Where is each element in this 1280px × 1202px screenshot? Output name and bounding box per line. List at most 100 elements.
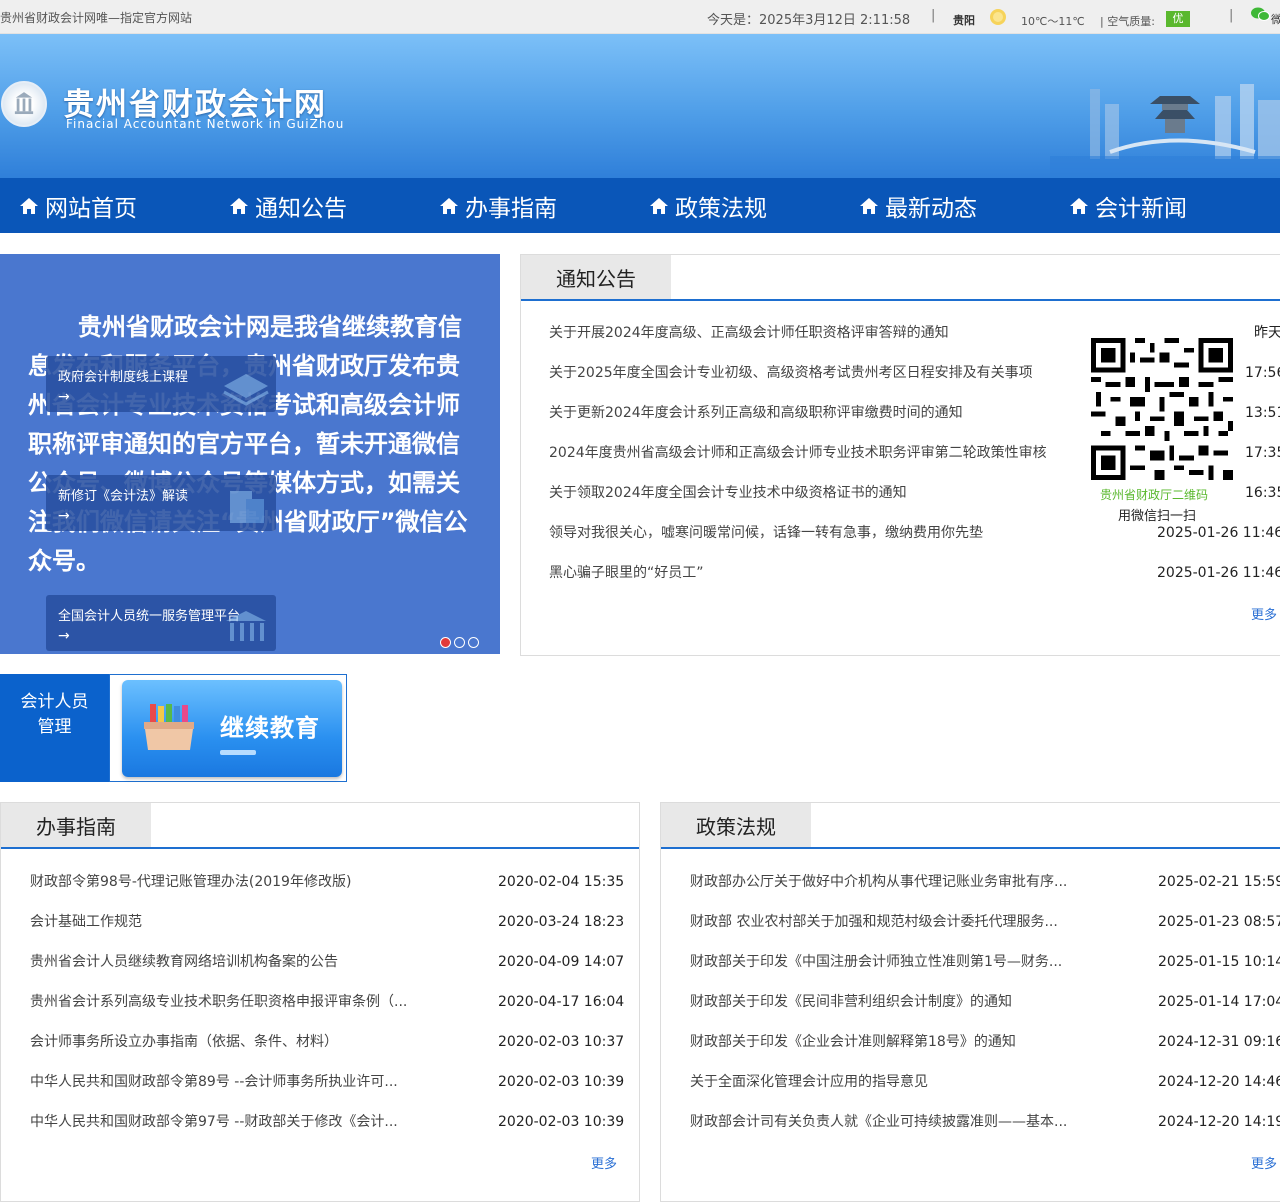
tab-policy[interactable]: 政策法规	[661, 803, 811, 847]
policy-title[interactable]: 财政部办公厅关于做好中介机构从事代理记账业务审批有序...	[690, 862, 1100, 902]
top-bar: 贵州省财政会计网唯—指定官方网站 今天是：2025年3月12日 2:11:58 …	[0, 0, 1280, 34]
policy-date: 2025-02-21 15:59	[1158, 874, 1280, 890]
guide-row[interactable]: 贵州省会计系列高级专业技术职务任职资格申报评审条例（... 2020-04-17…	[1, 982, 639, 1022]
policy-title[interactable]: 财政部 农业农村部关于加强和规范村级会计委托代理服务...	[690, 902, 1100, 942]
guide-title[interactable]: 财政部令第98号-代理记账管理办法(2019年修改版)	[30, 862, 470, 902]
guide-row[interactable]: 中华人民共和国财政部令第97号 --财政部关于修改《会计... 2020-02-…	[1, 1102, 639, 1142]
policy-title[interactable]: 财政部关于印发《中国注册会计师独立性准则第1号—财务...	[690, 942, 1100, 982]
panel-header: 通知公告	[521, 255, 1280, 301]
guide-row[interactable]: 贵州省会计人员继续教育网络培训机构备案的公告 2020-04-09 14:07	[1, 942, 639, 982]
policy-title[interactable]: 财政部关于印发《企业会计准则解释第18号》的通知	[690, 1022, 1100, 1062]
banner-card-service-platform[interactable]: 全国会计人员统一服务管理平台 →	[46, 595, 276, 651]
home-icon	[20, 197, 38, 214]
accountant-management-link[interactable]: 会计人员管理	[0, 674, 109, 782]
policy-title[interactable]: 关于全面深化管理会计应用的指导意见	[690, 1062, 1100, 1102]
guide-date: 2020-02-04 15:35	[498, 874, 625, 890]
card-title: 全国会计人员统一服务管理平台	[58, 609, 241, 624]
notice-title[interactable]: 领导对我很关心，嘘寒问暖常问候，话锋一转有急事，缴纳费用你先垫	[549, 513, 1089, 553]
notice-date: 2025-01-26 11:46	[1157, 565, 1280, 581]
separator: |	[1229, 8, 1234, 23]
guide-date: 2020-04-17 16:04	[498, 994, 625, 1010]
weather-city: 贵阳	[953, 14, 975, 27]
policy-row[interactable]: 财政部关于印发《民间非营利组织会计制度》的通知 2025-01-14 17:04	[661, 982, 1280, 1022]
guide-more-link[interactable]: 更多	[591, 1153, 617, 1172]
date-time: 今天是：2025年3月12日 2:11:58	[707, 13, 911, 28]
policy-row[interactable]: 财政部 农业农村部关于加强和规范村级会计委托代理服务... 2025-01-23…	[661, 902, 1280, 942]
policy-row[interactable]: 财政部会计司有关负责人就《企业可持续披露准则——基本... 2024-12-20…	[661, 1102, 1280, 1142]
air-quality-badge: 优	[1166, 11, 1190, 27]
banner-card-gov-accounting[interactable]: 政府会计制度线上课程 →	[46, 356, 276, 412]
separator: |	[931, 8, 936, 23]
policy-more-link[interactable]: 更多	[1251, 1153, 1277, 1172]
logo-emblem[interactable]	[1, 81, 47, 127]
guide-row[interactable]: 会计师事务所设立办事指南（依据、条件、材料） 2020-02-03 10:37	[1, 1022, 639, 1062]
policy-row[interactable]: 财政部关于印发《企业会计准则解释第18号》的通知 2024-12-31 09:1…	[661, 1022, 1280, 1062]
guide-row[interactable]: 财政部令第98号-代理记账管理办法(2019年修改版) 2020-02-04 1…	[1, 862, 639, 902]
nav-label: 最新动态	[885, 195, 977, 222]
policy-row[interactable]: 关于全面深化管理会计应用的指导意见 2024-12-20 14:46	[661, 1062, 1280, 1102]
nav-label: 通知公告	[255, 195, 347, 222]
policy-date: 2024-12-31 09:16	[1158, 1034, 1280, 1050]
site-tagline: 贵州省财政会计网唯—指定官方网站	[0, 11, 193, 25]
continuing-education-button[interactable]: 继续教育	[122, 680, 342, 777]
notice-title[interactable]: 关于开展2024年度高级、正高级会计师任职资格评审答辩的通知	[549, 313, 1089, 353]
nav-home[interactable]: 网站首页	[19, 178, 137, 233]
weather-temperature: 10℃～11℃	[1021, 15, 1085, 28]
home-icon	[1070, 197, 1088, 214]
guide-title[interactable]: 中华人民共和国财政部令第89号 --会计师事务所执业许可...	[30, 1062, 470, 1102]
guide-title[interactable]: 贵州省会计人员继续教育网络培训机构备案的公告	[30, 942, 470, 982]
nav-label: 办事指南	[465, 195, 557, 222]
home-icon	[860, 197, 878, 214]
notice-title[interactable]: 关于领取2024年度全国会计专业技术中级资格证书的通知	[549, 473, 1089, 513]
notice-title[interactable]: 关于更新2024年度会计系列正高级和高级职称评审缴费时间的通知	[549, 393, 1089, 433]
guide-row[interactable]: 会计基础工作规范 2020-03-24 18:23	[1, 902, 639, 942]
guide-panel: 办事指南 财政部令第98号-代理记账管理办法(2019年修改版) 2020-02…	[0, 802, 640, 1202]
books-box-icon	[144, 704, 194, 750]
notice-row[interactable]: 黑心骗子眼里的“好员工” 2025-01-26 11:46	[521, 553, 1280, 593]
carousel-dot[interactable]	[468, 637, 479, 648]
notice-title[interactable]: 黑心骗子眼里的“好员工”	[549, 553, 1089, 593]
site-subtitle: Finacial Accountant Network in GuiZhou	[66, 117, 345, 131]
policy-panel: 政策法规 财政部办公厅关于做好中介机构从事代理记账业务审批有序... 2025-…	[660, 802, 1280, 1202]
continuing-education-box[interactable]: 继续教育	[109, 674, 347, 782]
nav-notices[interactable]: 通知公告	[229, 178, 347, 233]
banner-card-accounting-law[interactable]: 新修订《会计法》解读 →	[46, 475, 276, 531]
notice-more-link[interactable]: 更多	[1251, 604, 1277, 623]
nav-updates[interactable]: 最新动态	[859, 178, 977, 233]
sun-icon	[990, 9, 1006, 25]
guide-title[interactable]: 中华人民共和国财政部令第97号 --财政部关于修改《会计...	[30, 1102, 470, 1142]
tab-guide[interactable]: 办事指南	[1, 803, 151, 847]
policy-title[interactable]: 财政部关于印发《民间非营利组织会计制度》的通知	[690, 982, 1100, 1022]
nav-news[interactable]: 会计新闻	[1069, 178, 1187, 233]
carousel-dots	[440, 637, 479, 648]
carousel-dot[interactable]	[440, 637, 451, 648]
nav-policy[interactable]: 政策法规	[649, 178, 767, 233]
notice-date: 16:35	[1245, 485, 1280, 501]
policy-row[interactable]: 财政部关于印发《中国注册会计师独立性准则第1号—财务... 2025-01-15…	[661, 942, 1280, 982]
main-nav: 网站首页 通知公告 办事指南 政策法规 最新动态 会计新闻	[0, 178, 1280, 233]
guide-row[interactable]: 中华人民共和国财政部令第89号 --会计师事务所执业许可... 2020-02-…	[1, 1062, 639, 1102]
nav-guide[interactable]: 办事指南	[439, 178, 557, 233]
tab-notices[interactable]: 通知公告	[521, 255, 671, 299]
notice-date: 13:51	[1245, 405, 1280, 421]
guide-title[interactable]: 会计基础工作规范	[30, 902, 470, 942]
guide-title[interactable]: 贵州省会计系列高级专业技术职务任职资格申报评审条例（...	[30, 982, 470, 1022]
guide-date: 2020-04-09 14:07	[498, 954, 625, 970]
banner-carousel[interactable]: 贵州省财政会计网是我省继续教育信息发布和服务平台，贵州省财政厅发布贵州省会计专业…	[0, 254, 500, 654]
guide-date: 2020-02-03 10:39	[498, 1114, 625, 1130]
underline-deco	[220, 750, 256, 755]
guide-date: 2020-03-24 18:23	[498, 914, 625, 930]
policy-date: 2025-01-23 08:57	[1158, 914, 1280, 930]
policy-title[interactable]: 财政部会计司有关负责人就《企业可持续披露准则——基本...	[690, 1102, 1100, 1142]
city-skyline-image	[1050, 84, 1280, 178]
guide-title[interactable]: 会计师事务所设立办事指南（依据、条件、材料）	[30, 1022, 470, 1062]
air-quality-label: | 空气质量:	[1100, 15, 1155, 28]
notice-title[interactable]: 2024年度贵州省高级会计师和正高级会计师专业技术职务评审第二轮政策性审核	[549, 433, 1079, 473]
wechat-icon[interactable]	[1250, 6, 1270, 22]
policy-row[interactable]: 财政部办公厅关于做好中介机构从事代理记账业务审批有序... 2025-02-21…	[661, 862, 1280, 902]
layers-icon	[223, 374, 269, 406]
carousel-dot[interactable]	[454, 637, 465, 648]
policy-date: 2025-01-15 10:14	[1158, 954, 1280, 970]
wechat-label[interactable]: 微	[1271, 11, 1280, 27]
notice-title[interactable]: 关于2025年度全国会计专业初级、高级资格考试贵州考区日程安排及有关事项	[549, 353, 1085, 393]
